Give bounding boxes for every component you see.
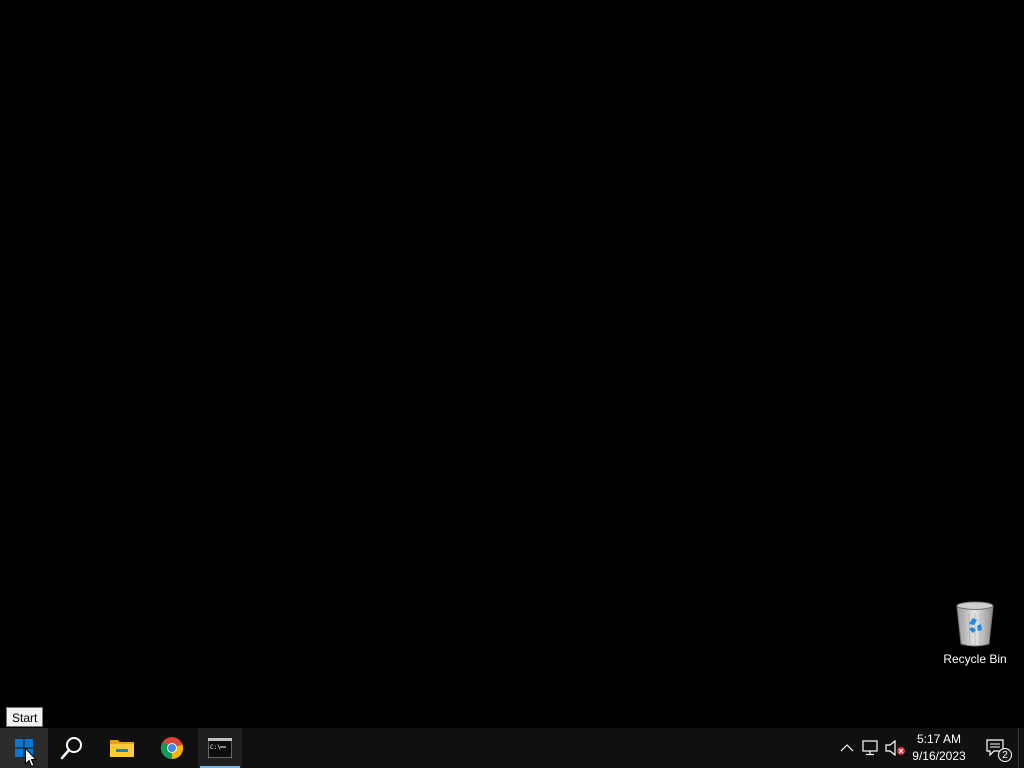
- search-icon: [60, 737, 82, 760]
- show-desktop-button[interactable]: [1018, 728, 1024, 768]
- folder-icon: [110, 740, 134, 757]
- recycle-bin-icon: [956, 601, 994, 647]
- start-button[interactable]: [0, 728, 48, 768]
- svg-text:C:\: C:\: [210, 744, 221, 751]
- taskbar: C:\ 5:17 AM 9/16/2023 2: [0, 728, 1024, 768]
- chevron-up-icon: [840, 744, 854, 752]
- clock-time: 5:17 AM: [916, 732, 962, 746]
- recycle-bin-shortcut[interactable]: Recycle Bin: [938, 600, 1012, 672]
- search-button[interactable]: [48, 728, 96, 768]
- network-icon: [862, 740, 878, 756]
- start-tooltip: Start: [6, 707, 44, 727]
- file-explorer-button[interactable]: [98, 728, 146, 768]
- terminal-icon: C:\: [208, 738, 232, 758]
- chrome-button[interactable]: [148, 728, 196, 768]
- action-center-button[interactable]: 2: [976, 728, 1016, 768]
- volume-tray-button[interactable]: [884, 728, 908, 768]
- mouse-cursor-icon: [25, 748, 37, 768]
- clock[interactable]: 5:17 AM 9/16/2023: [908, 728, 970, 768]
- volume-muted-icon: [885, 740, 905, 756]
- network-tray-button[interactable]: [860, 728, 882, 768]
- command-prompt-button[interactable]: C:\: [198, 728, 242, 768]
- desktop[interactable]: Recycle Bin: [0, 0, 1024, 728]
- notification-count-badge: 2: [998, 748, 1012, 762]
- recycle-bin-label: Recycle Bin: [943, 652, 1007, 666]
- chrome-icon: [160, 737, 184, 760]
- show-hidden-icons-button[interactable]: [836, 728, 858, 768]
- clock-date: 9/16/2023: [912, 749, 966, 763]
